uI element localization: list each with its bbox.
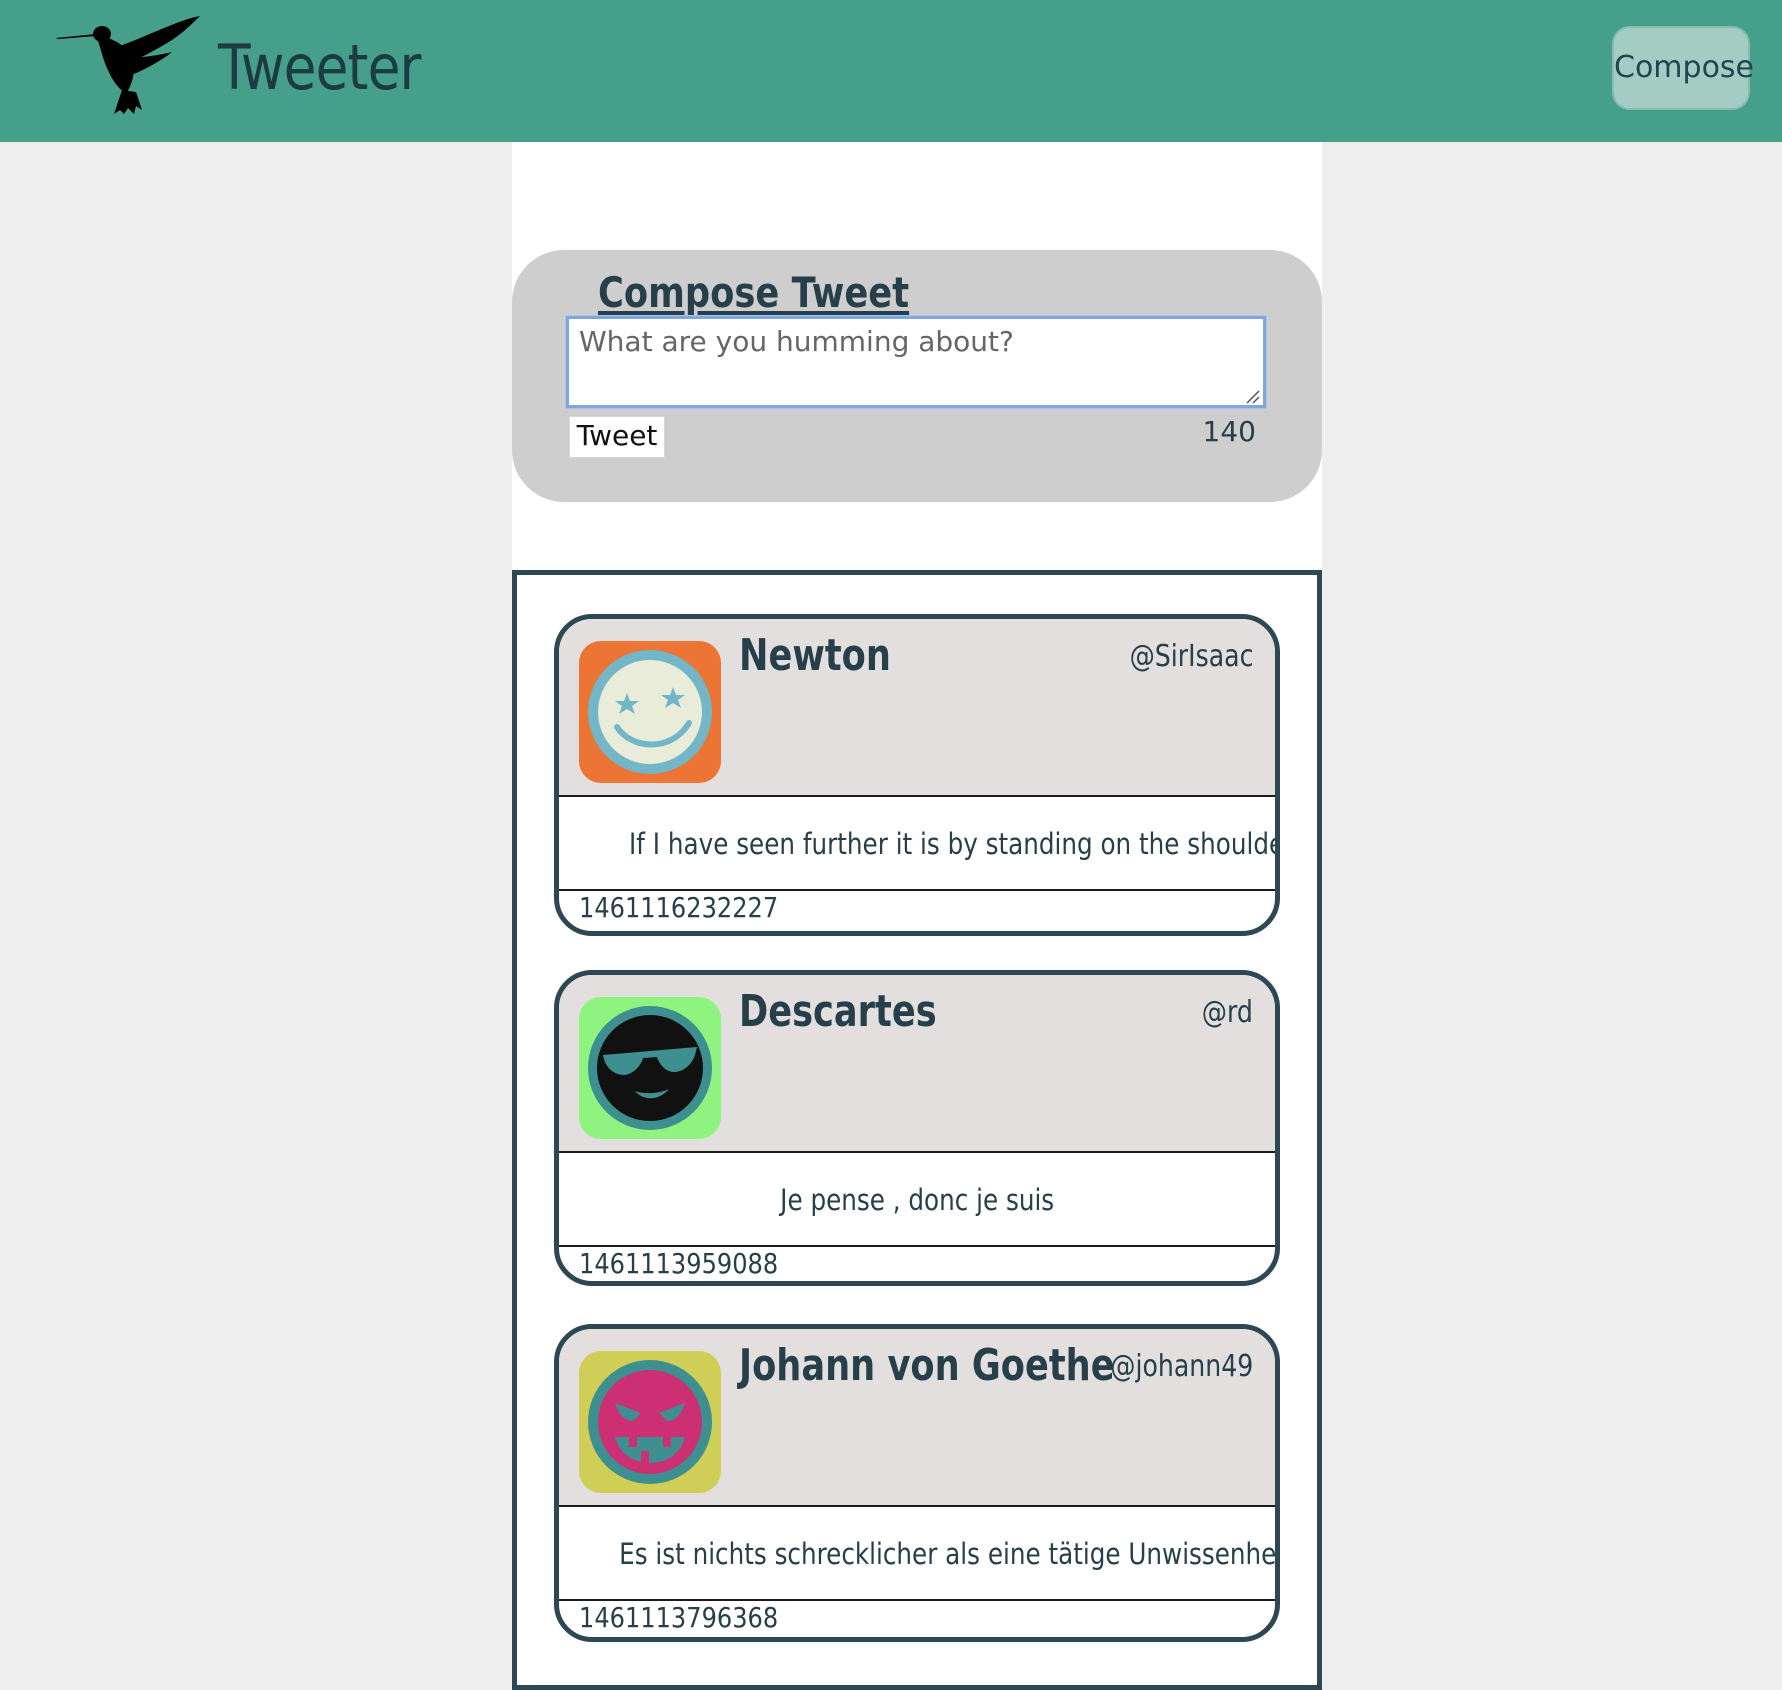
tweet-card: Newton @SirIsaac If I have seen further … <box>554 614 1280 936</box>
devilish-smiley-icon <box>579 1351 721 1493</box>
tweet-input[interactable] <box>566 316 1266 408</box>
tweet-timestamp: 1461113796368 <box>579 1601 779 1634</box>
tweet-text-content: Je pense , donc je suis <box>780 1183 1054 1217</box>
top-nav: Tweeter Compose <box>0 0 1782 142</box>
tweet-timestamp: 1461113959088 <box>579 1247 779 1280</box>
hummingbird-icon <box>56 16 200 114</box>
tweet-author-handle: @johann49 <box>1109 1349 1253 1384</box>
tweet-author-name: Newton <box>739 630 891 681</box>
sunglasses-smiley-icon <box>579 997 721 1139</box>
tweet-timestamp: 1461116232227 <box>579 891 779 924</box>
tweet-submit-button[interactable]: Tweet <box>569 416 665 458</box>
tweet-author-handle: @SirIsaac <box>1129 639 1253 674</box>
tweet-text: Je pense , donc je suis <box>559 1153 1275 1247</box>
tweet-text-content: If I have seen further it is by standing… <box>628 827 1275 861</box>
starry-eyed-smiley-icon <box>579 641 721 783</box>
character-counter: 140 <box>1202 415 1256 448</box>
tweet-author-name: Johann von Goethe <box>739 1340 1115 1391</box>
tweet-author-handle: @rd <box>1201 995 1253 1030</box>
tweet-text: If I have seen further it is by standing… <box>559 797 1275 891</box>
compose-title: Compose Tweet <box>598 268 910 317</box>
tweet-header: Johann von Goethe @johann49 <box>559 1329 1275 1507</box>
tweet-card: Johann von Goethe @johann49 Es ist nicht… <box>554 1324 1280 1642</box>
compose-button[interactable]: Compose <box>1612 26 1754 110</box>
tweet-header: Newton @SirIsaac <box>559 619 1275 797</box>
tweet-author-name: Descartes <box>739 986 937 1037</box>
resize-grip-icon[interactable] <box>1244 388 1260 404</box>
tweet-text-content: Es ist nichts schrecklicher als eine tät… <box>619 1537 1280 1571</box>
brand-title: Tweeter <box>218 31 421 104</box>
tweet-text: Es ist nichts schrecklicher als eine tät… <box>559 1507 1275 1601</box>
tweet-card: Descartes @rd Je pense , donc je suis 14… <box>554 970 1280 1286</box>
tweet-header: Descartes @rd <box>559 975 1275 1153</box>
